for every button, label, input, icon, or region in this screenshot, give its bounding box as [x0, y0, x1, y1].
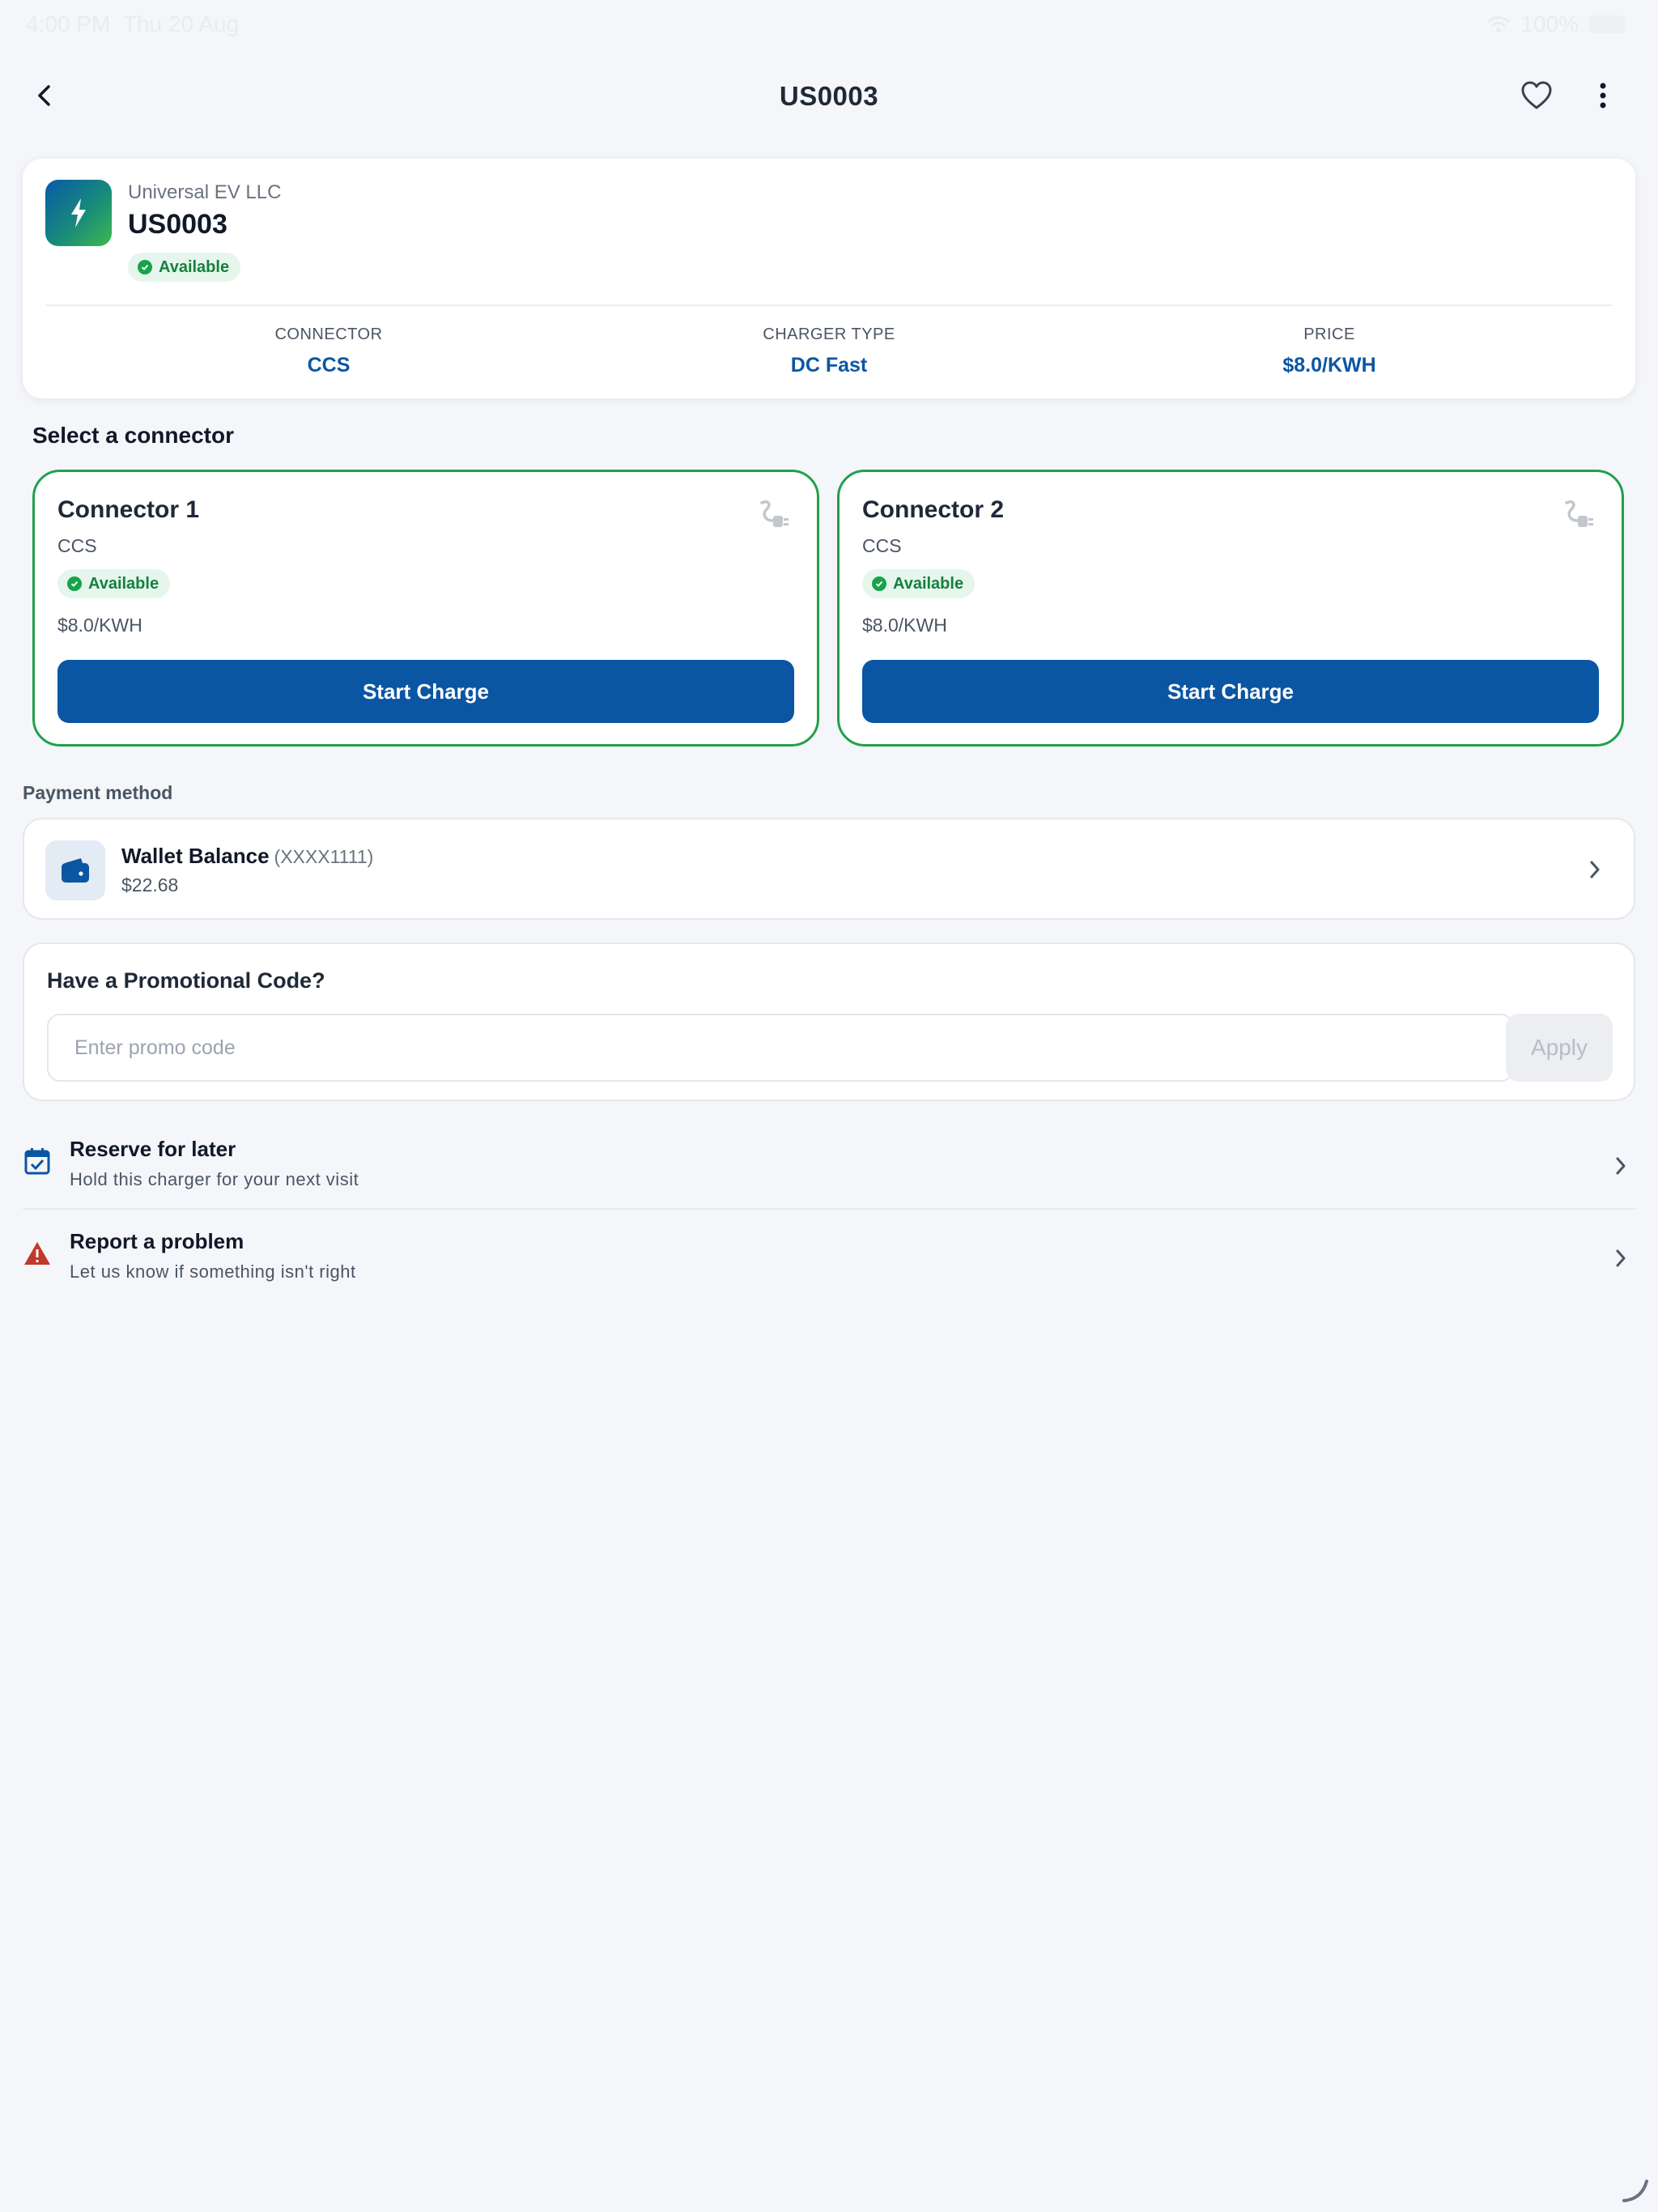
status-badge: Available — [862, 569, 976, 598]
report-problem-row[interactable]: Report a problem Let us know if somethin… — [23, 1214, 1635, 1305]
reserve-for-later-row[interactable]: Reserve for later Hold this charger for … — [23, 1122, 1635, 1213]
stat-price: PRICE $8.0/KWH — [1070, 325, 1588, 377]
plug-icon — [1565, 500, 1593, 527]
status-badge-label: Available — [159, 257, 230, 276]
section-title-connectors: Select a connector — [32, 423, 234, 448]
lightning-bolt-icon — [71, 198, 86, 228]
row-subtitle: Let us know if something isn't right — [70, 1261, 356, 1282]
stat-value: $8.0/KWH — [1282, 354, 1376, 376]
status-time: 4:00 PM Thu 20 Aug — [26, 11, 240, 36]
station-id: US0003 — [128, 209, 227, 240]
row-title: Report a problem — [70, 1229, 244, 1253]
battery-percent: 100% — [1520, 11, 1579, 36]
plug-icon — [760, 500, 789, 527]
status-badge-label: Available — [893, 574, 964, 593]
favorite-button[interactable] — [1511, 70, 1562, 121]
connector-type: CCS — [862, 535, 902, 556]
stat-value: CCS — [307, 354, 351, 376]
wifi-icon — [1487, 16, 1511, 32]
more-vertical-icon — [1600, 83, 1606, 108]
start-charge-button[interactable]: Start Charge — [862, 660, 1599, 723]
connector-card-2[interactable]: Connector 2 CCS Available $8.0/KWH Start… — [837, 470, 1624, 747]
status-bar: 4:00 PM Thu 20 Aug 100% — [0, 0, 1658, 50]
wallet-icon — [45, 840, 105, 900]
payment-masked-number: (XXXX1111) — [274, 846, 374, 867]
payment-method-card[interactable]: Wallet Balance (XXXX1111) $22.68 — [23, 818, 1635, 920]
connector-price: $8.0/KWH — [57, 615, 142, 636]
start-charge-button[interactable]: Start Charge — [57, 660, 794, 723]
status-badge: Available — [128, 253, 241, 282]
wallet-balance: $22.68 — [121, 874, 179, 895]
stat-value: DC Fast — [790, 354, 868, 376]
connector-card-1[interactable]: Connector 1 CCS Available $8.0/KWH Start… — [32, 470, 819, 747]
chevron-right-icon — [1580, 855, 1609, 884]
status-right: 100% — [1486, 11, 1626, 37]
stat-connector: CONNECTOR CCS — [70, 325, 588, 377]
operator-name: Universal EV LLC — [128, 181, 282, 203]
row-title: Reserve for later — [70, 1137, 236, 1161]
station-summary-card: Universal EV LLC US0003 Available CONNEC… — [23, 159, 1635, 398]
connector-name: Connector 1 — [57, 496, 200, 523]
divider — [45, 304, 1613, 306]
promo-code-input[interactable] — [47, 1014, 1514, 1082]
row-subtitle: Hold this charger for your next visit — [70, 1169, 359, 1189]
heart-icon — [1521, 81, 1552, 109]
calendar-check-icon — [23, 1146, 52, 1176]
top-bar: US0003 — [0, 50, 1658, 141]
check-circle-icon — [138, 260, 152, 274]
connector-price: $8.0/KWH — [862, 615, 947, 636]
stat-label: CHARGER TYPE — [763, 325, 895, 343]
payment-method-name: Wallet Balance (XXXX1111) — [121, 844, 374, 868]
connector-type: CCS — [57, 535, 97, 556]
apply-button[interactable]: Apply — [1506, 1014, 1613, 1082]
promo-code-card: Have a Promotional Code? Apply — [23, 942, 1635, 1101]
stat-label: PRICE — [1303, 325, 1355, 343]
divider — [23, 1208, 1635, 1210]
more-options-button[interactable] — [1577, 70, 1629, 121]
chevron-right-icon — [1606, 1244, 1635, 1273]
resize-handle-icon[interactable] — [1621, 2175, 1650, 2204]
payment-method-label: Payment method — [23, 782, 173, 803]
check-circle-icon — [67, 576, 82, 591]
warning-icon — [23, 1239, 52, 1268]
operator-logo — [45, 180, 112, 246]
chevron-right-icon — [1606, 1151, 1635, 1180]
status-badge: Available — [57, 569, 171, 598]
connector-name: Connector 2 — [862, 496, 1005, 523]
status-badge-label: Available — [88, 574, 159, 593]
page-title: US0003 — [779, 81, 879, 111]
promo-title: Have a Promotional Code? — [47, 968, 325, 993]
stat-charger-type: CHARGER TYPE DC Fast — [570, 325, 1088, 377]
check-circle-icon — [872, 576, 886, 591]
battery-icon — [1588, 15, 1626, 33]
stat-label: CONNECTOR — [274, 325, 383, 343]
